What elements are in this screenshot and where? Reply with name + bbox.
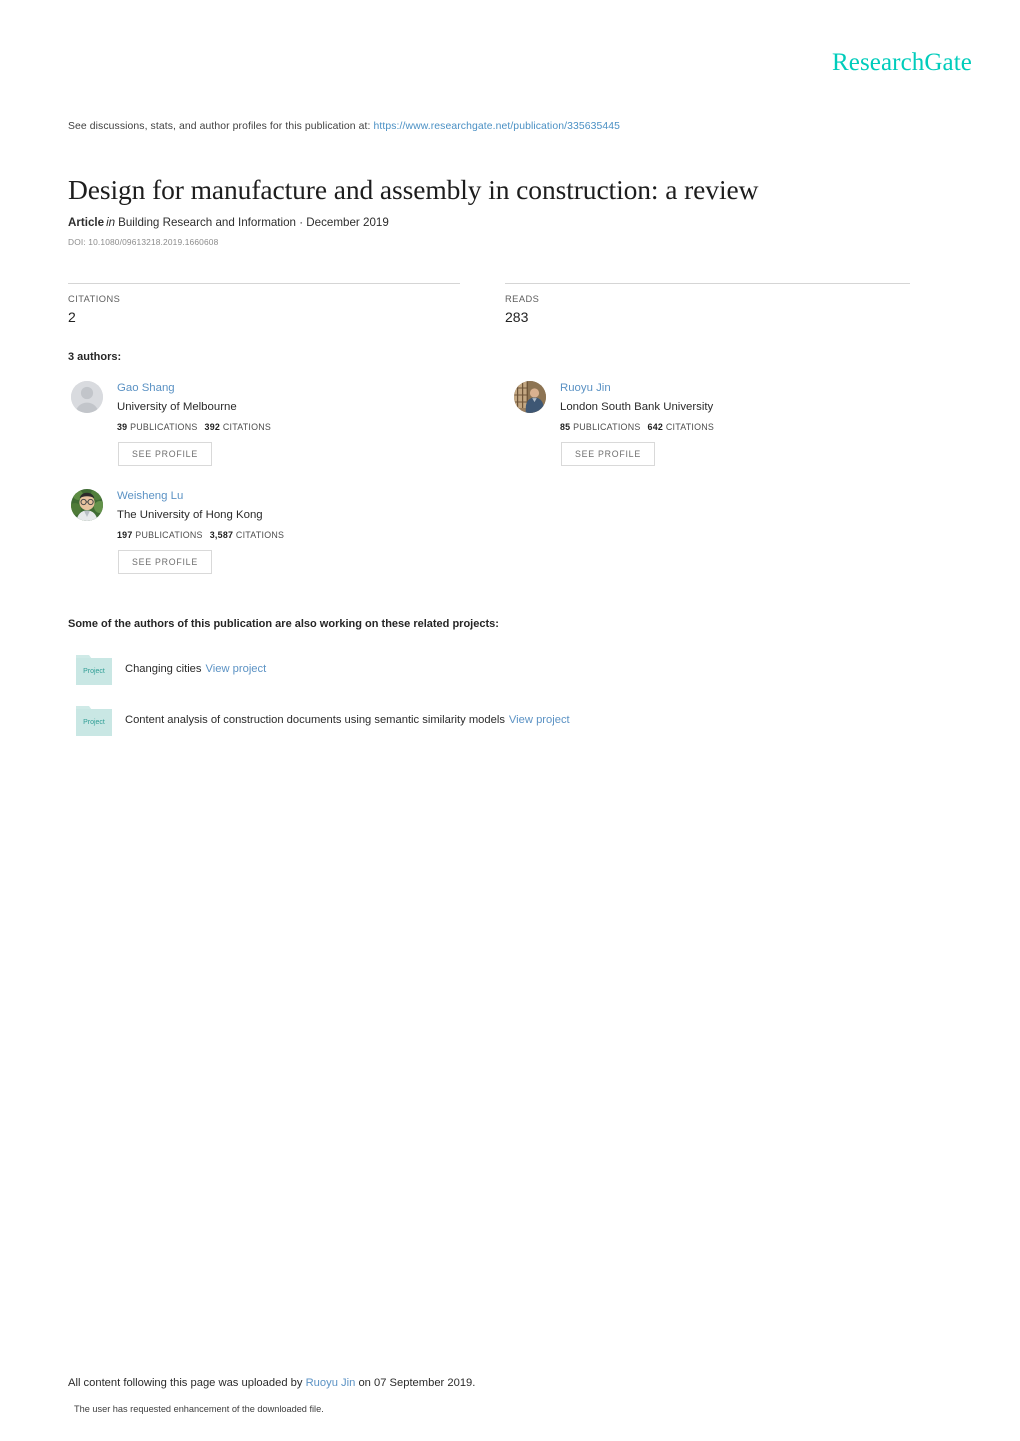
- author-card: Weisheng Lu The University of Hong Kong …: [68, 489, 498, 574]
- author-affiliation: London South Bank University: [560, 400, 714, 413]
- author-name-link[interactable]: Weisheng Lu: [117, 490, 498, 503]
- discussion-line: See discussions, stats, and author profi…: [68, 121, 620, 132]
- citations-label: CITATIONS: [235, 530, 285, 541]
- project-title: Changing cities: [125, 663, 202, 675]
- author-citations-count: 642: [647, 422, 664, 433]
- authors-heading: 3 authors:: [68, 351, 122, 363]
- author-stats: 85 PUBLICATIONS 642 CITATIONS: [560, 422, 941, 432]
- uploader-link[interactable]: Ruoyu Jin: [306, 1377, 356, 1389]
- author-citations-count: 3,587: [209, 530, 234, 541]
- stat-citations: CITATIONS 2: [68, 283, 460, 325]
- publications-label: PUBLICATIONS: [135, 530, 203, 541]
- author-card: Ruoyu Jin London South Bank University 8…: [511, 381, 941, 466]
- publications-label: PUBLICATIONS: [573, 422, 641, 433]
- researchgate-cover-page: ResearchGate See discussions, stats, and…: [0, 0, 1020, 1441]
- stat-value: 283: [505, 309, 529, 325]
- enhancement-note: The user has requested enhancement of th…: [74, 1404, 324, 1414]
- author-name-link[interactable]: Gao Shang: [117, 382, 498, 395]
- project-row: Project Content analysis of construction…: [68, 703, 908, 739]
- upload-notice-prefix: All content following this page was uplo…: [68, 1377, 303, 1389]
- author-body: Weisheng Lu The University of Hong Kong …: [117, 490, 498, 574]
- author-body: Gao Shang University of Melbourne 39 PUB…: [117, 382, 498, 466]
- project-title: Content analysis of construction documen…: [125, 714, 505, 726]
- in-word: in: [106, 216, 116, 229]
- see-profile-button[interactable]: SEE PROFILE: [561, 442, 655, 466]
- discussion-prefix: See discussions, stats, and author profi…: [68, 121, 371, 132]
- stat-label: CITATIONS: [68, 294, 121, 304]
- stat-divider: [68, 283, 460, 284]
- citations-label: CITATIONS: [665, 422, 715, 433]
- upload-notice-suffix: on 07 September 2019.: [358, 1377, 476, 1389]
- project-folder-icon: Project: [76, 652, 112, 685]
- project-folder-icon: Project: [76, 703, 112, 736]
- avatar[interactable]: [71, 489, 103, 521]
- author-photo-icon: [71, 489, 103, 521]
- author-publications-count: 197: [117, 530, 133, 541]
- stat-reads: READS 283: [505, 283, 910, 325]
- author-citations-count: 392: [204, 422, 221, 433]
- doi-line: DOI: 10.1080/09613218.2019.1660608: [68, 237, 219, 247]
- view-project-link[interactable]: View project: [509, 714, 570, 726]
- stat-label: READS: [505, 294, 540, 304]
- upload-notice: All content following this page was uplo…: [68, 1377, 475, 1389]
- publication-title: Design for manufacture and assembly in c…: [68, 174, 759, 206]
- article-type-label: Article: [68, 216, 105, 229]
- avatar[interactable]: [71, 381, 103, 413]
- project-row: Project Changing cities View project: [68, 652, 908, 688]
- author-publications-count: 39: [117, 422, 128, 433]
- project-text: Content analysis of construction documen…: [125, 714, 570, 726]
- article-venue: Building Research and Information · Dece…: [118, 216, 389, 229]
- author-name-link[interactable]: Ruoyu Jin: [560, 382, 941, 395]
- svg-text:Project: Project: [83, 719, 105, 726]
- author-body: Ruoyu Jin London South Bank University 8…: [560, 382, 941, 466]
- author-photo-icon: [514, 381, 546, 413]
- see-profile-button[interactable]: SEE PROFILE: [118, 550, 212, 574]
- publication-url-link[interactable]: https://www.researchgate.net/publication…: [374, 121, 620, 132]
- publications-label: PUBLICATIONS: [130, 422, 198, 433]
- see-profile-button[interactable]: SEE PROFILE: [118, 442, 212, 466]
- stat-divider: [505, 283, 910, 284]
- researchgate-logo: ResearchGate: [831, 49, 972, 76]
- svg-text:Project: Project: [83, 668, 105, 675]
- default-avatar-icon: [71, 381, 103, 413]
- view-project-link[interactable]: View project: [206, 663, 267, 675]
- author-card: Gao Shang University of Melbourne 39 PUB…: [68, 381, 498, 466]
- stat-value: 2: [68, 309, 76, 325]
- citations-label: CITATIONS: [222, 422, 272, 433]
- article-metadata: Article in Building Research and Informati…: [68, 216, 389, 229]
- author-affiliation: The University of Hong Kong: [117, 508, 263, 521]
- project-text: Changing cities View project: [125, 663, 266, 675]
- author-affiliation: University of Melbourne: [117, 400, 237, 413]
- author-publications-count: 85: [560, 422, 571, 433]
- avatar[interactable]: [514, 381, 546, 413]
- projects-heading: Some of the authors of this publication …: [68, 618, 499, 630]
- author-stats: 39 PUBLICATIONS 392 CITATIONS: [117, 422, 498, 432]
- author-stats: 197 PUBLICATIONS 3,587 CITATIONS: [117, 530, 498, 540]
